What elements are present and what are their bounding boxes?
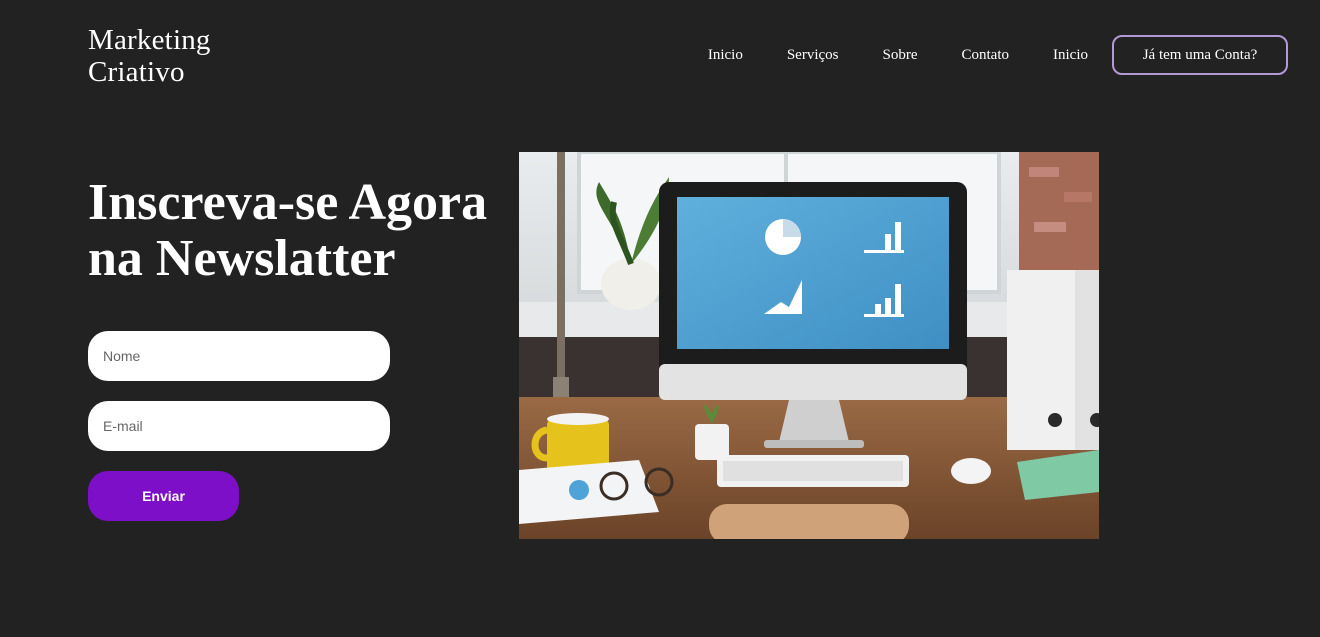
nav-item-inicio-2[interactable]: Inicio: [1053, 47, 1088, 64]
hero-title-line-1: Inscreva-se Agora: [88, 174, 488, 231]
hero-image: [519, 152, 1099, 539]
desk-photo: [519, 152, 1099, 539]
main-nav: Inicio Serviços Sobre Contato Inicio Já …: [708, 34, 1288, 76]
submit-button[interactable]: Enviar: [88, 471, 239, 521]
brand-logo[interactable]: Marketing Criativo: [88, 24, 211, 88]
nav-item-servicos[interactable]: Serviços: [787, 47, 839, 64]
nav-item-sobre[interactable]: Sobre: [883, 47, 918, 64]
account-button[interactable]: Já tem uma Conta?: [1112, 35, 1288, 75]
name-input[interactable]: [88, 331, 390, 381]
hero-title: Inscreva-se Agora na Newslatter: [88, 175, 487, 287]
email-input[interactable]: [88, 401, 390, 451]
logo-line-2: Criativo: [88, 56, 185, 88]
nav-item-inicio[interactable]: Inicio: [708, 47, 743, 64]
nav-item-contato[interactable]: Contato: [962, 47, 1010, 64]
logo-line-1: Marketing: [88, 24, 211, 56]
hero-title-line-2: na Newslatter: [88, 230, 396, 287]
